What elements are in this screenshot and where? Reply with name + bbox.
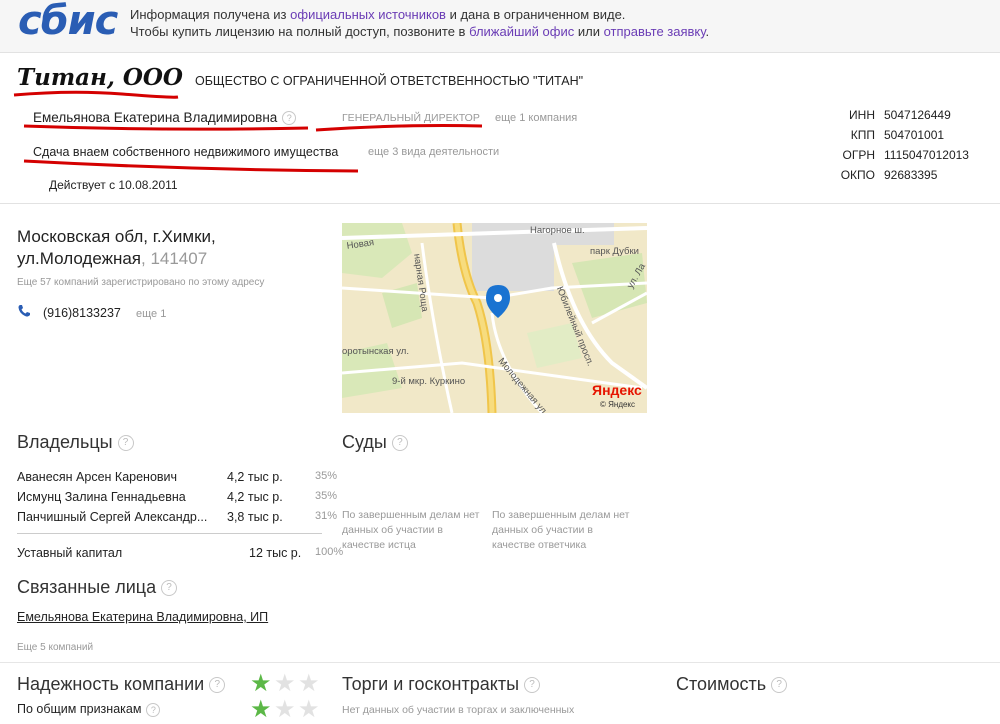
main-activity: Сдача внаем собственного недвижимого иму… xyxy=(33,145,339,159)
director-more-link[interactable]: еще 1 компания xyxy=(495,112,577,124)
related-title: Связанные лица? xyxy=(17,577,178,598)
star-icon: ★ xyxy=(298,696,320,723)
activity-underline xyxy=(23,159,359,173)
reliability-stars: ★ ★ ★ xyxy=(250,672,330,698)
name-underline xyxy=(13,90,179,99)
official-sources-link[interactable]: официальных источников xyxy=(290,7,446,22)
location-map[interactable]: Нагорное ш. парк Дубки Юбилейный просп. … xyxy=(342,223,647,413)
map-label: парк Дубки xyxy=(590,246,639,257)
help-icon[interactable]: ? xyxy=(161,580,178,597)
star-icon: ★ xyxy=(274,696,296,723)
map-copyright: © Яндекс xyxy=(600,400,636,409)
yandex-logo: Яндекс xyxy=(592,382,642,398)
top-banner: сбис Информация получена из официальных … xyxy=(0,0,1000,53)
star-icon: ★ xyxy=(250,670,272,697)
active-since: Действует с 10.08.2011 xyxy=(49,178,178,192)
address-line-1: Московская обл, г.Химки, xyxy=(17,227,216,246)
trades-subtitle: Нет данных об участии в торгах и заключе… xyxy=(342,704,575,716)
table-row: Аванесян Арсен Каренович 4,2 тыс р. 35% xyxy=(17,470,338,484)
owners-divider xyxy=(17,533,322,534)
table-row: Панчишный Сергей Александр... 3,8 тыс р.… xyxy=(17,510,338,524)
courts-plaintiff: По завершенным делам нет данных об участ… xyxy=(342,509,480,551)
company-full-name: ОБЩЕСТВО С ОГРАНИЧЕННОЙ ОТВЕТСТВЕННОСТЬЮ… xyxy=(195,74,584,88)
info-line-1: Информация получена из официальных источ… xyxy=(130,7,626,22)
map-label: 9-й мкр. Куркино xyxy=(392,376,466,387)
director-underline xyxy=(23,124,309,131)
reliability-title: Надежность компании? xyxy=(17,674,226,695)
sbis-logo[interactable]: сбис xyxy=(18,0,118,44)
address-registered-link[interactable]: Еще 57 компаний зарегистрировано по этом… xyxy=(17,277,264,288)
map-label: оротынская ул. xyxy=(342,346,409,357)
star-icon: ★ xyxy=(250,696,272,723)
capital-row: Уставный капитал 12 тыс р. 100% xyxy=(17,546,344,560)
help-icon[interactable]: ? xyxy=(771,677,788,694)
related-person-link[interactable]: Емельянова Екатерина Владимировна, ИП xyxy=(17,610,268,624)
phone-more-link[interactable]: еще 1 xyxy=(136,308,166,320)
help-icon[interactable]: ? xyxy=(391,435,408,452)
role-underline xyxy=(315,124,483,132)
table-row: Исмунц Залина Геннадьевна 4,2 тыс р. 35% xyxy=(17,490,338,504)
owners-title: Владельцы? xyxy=(17,432,134,453)
map-label: Нагорное ш. xyxy=(530,225,585,236)
nearest-office-link[interactable]: ближайший офис xyxy=(469,24,574,39)
send-request-link[interactable]: отправьте заявку xyxy=(604,24,706,39)
star-icon: ★ xyxy=(274,670,296,697)
info-line-2: Чтобы купить лицензию на полный доступ, … xyxy=(130,24,710,39)
activity-more-link[interactable]: еще 3 вида деятельности xyxy=(368,146,499,158)
phone-number[interactable]: (916)8133237 xyxy=(43,306,121,320)
courts-defendant: По завершенным делам нет данных об участ… xyxy=(492,509,630,551)
help-icon[interactable]: ? xyxy=(524,677,541,694)
cost-title: Стоимость? xyxy=(676,674,788,695)
help-icon[interactable]: ? xyxy=(117,435,134,452)
reliability-sub-stars: ★ ★ ★ xyxy=(250,698,330,724)
courts-title: Суды? xyxy=(342,432,408,453)
related-more-link[interactable]: Еще 5 компаний xyxy=(17,642,93,653)
bottom-divider xyxy=(0,662,1000,663)
company-short-name: Титан, ООО xyxy=(17,64,183,91)
help-icon[interactable]: ? xyxy=(209,677,226,694)
address-line-2: ул.Молодежная, 141407 xyxy=(17,249,208,268)
help-icon[interactable]: ? xyxy=(146,702,161,717)
star-icon: ★ xyxy=(298,670,320,697)
phone-icon xyxy=(17,304,31,323)
trades-title: Торги и госконтракты? xyxy=(342,674,541,695)
reliability-subtitle: По общим признакам? xyxy=(17,702,161,717)
